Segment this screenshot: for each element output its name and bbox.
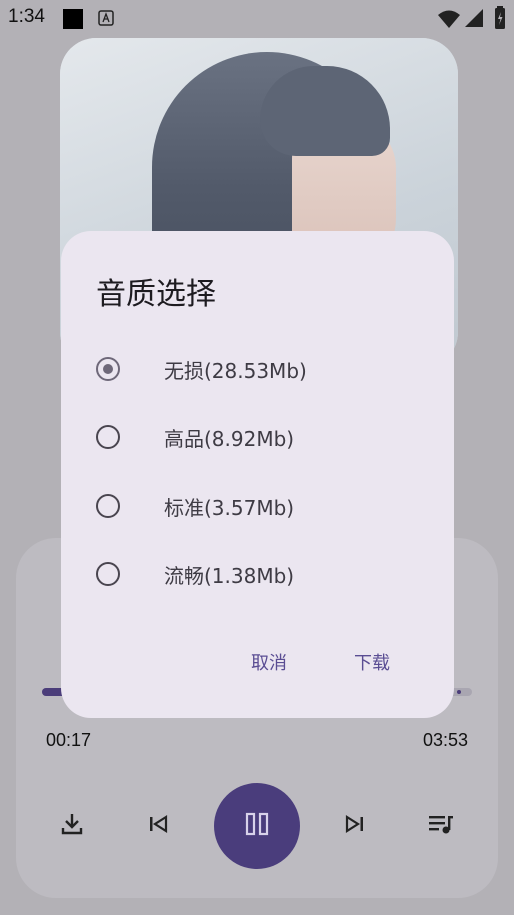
quality-option-lossless[interactable]: 无损(28.53Mb)	[81, 343, 441, 399]
option-label: 流畅(1.38Mb)	[164, 564, 295, 588]
quality-option-high[interactable]: 高品(8.92Mb)	[81, 411, 441, 467]
quality-dialog: 音质选择 无损(28.53Mb) 高品(8.92Mb) 标准(3.57Mb) 流…	[61, 231, 454, 718]
radio-unchecked[interactable]	[96, 562, 120, 586]
cancel-button[interactable]: 取消	[251, 649, 287, 675]
option-label: 标准(3.57Mb)	[164, 496, 295, 520]
radio-dot	[103, 364, 113, 374]
option-label: 无损(28.53Mb)	[164, 359, 307, 383]
option-label: 高品(8.92Mb)	[164, 427, 295, 451]
quality-option-standard[interactable]: 标准(3.57Mb)	[81, 480, 441, 536]
download-confirm-button[interactable]: 下载	[354, 649, 390, 675]
quality-option-smooth[interactable]: 流畅(1.38Mb)	[81, 548, 441, 604]
radio-unchecked[interactable]	[96, 425, 120, 449]
radio-checked[interactable]	[96, 357, 120, 381]
radio-unchecked[interactable]	[96, 494, 120, 518]
screen: 1:34 00:17 03:53 音质选择 无损(28.53Mb) 高品(8.9…	[0, 0, 514, 915]
dialog-title: 音质选择	[96, 277, 216, 312]
